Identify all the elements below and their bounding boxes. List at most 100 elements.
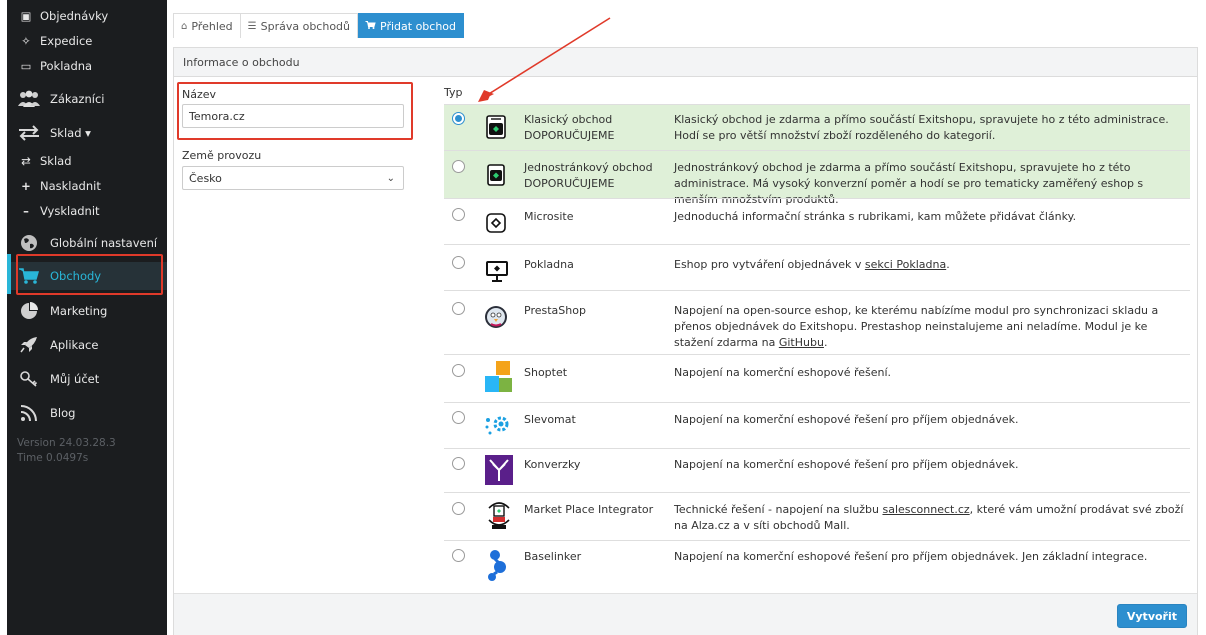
sidebar-item-stock-in[interactable]: + Naskladnit bbox=[7, 178, 167, 194]
sidebar-item-blog[interactable]: Blog bbox=[7, 400, 167, 426]
salesconnect-link[interactable]: salesconnect.cz bbox=[882, 503, 969, 516]
tab-label: Správa obchodů bbox=[260, 19, 351, 33]
type-row-onepage[interactable]: Jednostránkový obchod DOPORUČUJEME Jednos… bbox=[444, 150, 1190, 206]
type-desc-slevomat: Napojení na komerční eshopové řešení pro… bbox=[674, 413, 1019, 426]
active-indicator bbox=[7, 254, 11, 294]
onepage-shop-logo-icon bbox=[484, 163, 508, 187]
sidebar-item-warehouse[interactable]: Sklad ▾ bbox=[7, 120, 167, 146]
sidebar-item-register[interactable]: ▭ Pokladna bbox=[7, 58, 167, 74]
sidebar-item-customers[interactable]: Zákazníci bbox=[7, 86, 167, 112]
sidebar-item-label: Blog bbox=[50, 406, 76, 420]
rocket-icon bbox=[16, 334, 42, 356]
type-label: Typ bbox=[444, 86, 463, 99]
sidebar-item-label: Sklad bbox=[40, 154, 72, 168]
type-row-slevomat[interactable]: Slevomat Napojení na komerční eshopové ř… bbox=[444, 402, 1190, 448]
baselinker-logo-icon bbox=[484, 547, 510, 581]
classic-shop-logo-icon bbox=[484, 115, 508, 139]
type-name-prestashop: PrestaShop bbox=[524, 304, 586, 317]
microsite-logo-icon bbox=[484, 211, 508, 235]
type-radio-slevomat[interactable] bbox=[452, 411, 465, 424]
sidebar-item-stock[interactable]: ⇄ Sklad bbox=[7, 153, 167, 169]
sidebar-item-label: Aplikace bbox=[50, 338, 99, 352]
type-desc-baselinker: Napojení na komerční eshopové řešení pro… bbox=[674, 550, 1148, 563]
type-name-konverzky: Konverzky bbox=[524, 458, 581, 471]
konverzky-logo-icon bbox=[484, 454, 514, 486]
github-link[interactable]: GitHubu bbox=[779, 336, 824, 349]
type-name-baselinker: Baselinker bbox=[524, 550, 582, 563]
type-row-baselinker[interactable]: Baselinker Napojení na komerční eshopové… bbox=[444, 540, 1190, 586]
swap-icon: ⇄ bbox=[21, 154, 31, 168]
tab-bar: ⌂ Přehled ☰ Správa obchodů Přidat obchod bbox=[173, 13, 465, 38]
panel-footer: Vytvořit bbox=[174, 593, 1197, 635]
orders-icon: ▣ bbox=[20, 9, 32, 23]
tab-manage-shops[interactable]: ☰ Správa obchodů bbox=[240, 13, 359, 38]
country-select[interactable]: Česko ⌄ bbox=[182, 166, 404, 190]
tab-add-shop[interactable]: Přidat obchod bbox=[358, 13, 465, 38]
type-desc-register: Eshop pro vytváření objednávek v sekci P… bbox=[674, 258, 950, 271]
register-section-link[interactable]: sekci Pokladna bbox=[865, 258, 946, 271]
type-row-konverzky[interactable]: Konverzky Napojení na komerční eshopové … bbox=[444, 448, 1190, 492]
type-desc-marketplace: Technické řešení - napojení na službu sa… bbox=[674, 503, 1184, 532]
type-desc-microsite: Jednoduchá informační stránka s rubrikam… bbox=[674, 210, 1077, 223]
sidebar-item-stock-out[interactable]: – Vyskladnit bbox=[7, 203, 167, 219]
type-radio-konverzky[interactable] bbox=[452, 457, 465, 470]
type-desc-classic: Klasický obchod je zdarma a přímo součás… bbox=[674, 113, 1169, 142]
type-row-shoptet[interactable]: Shoptet Napojení na komerční eshopové ře… bbox=[444, 354, 1190, 402]
sidebar-item-label: Zákazníci bbox=[50, 92, 105, 106]
sidebar: ▣ Objednávky ✧ Expedice ▭ Pokladna Zákazníc… bbox=[7, 0, 167, 635]
tab-label: Přehled bbox=[191, 19, 233, 33]
sidebar-item-orders[interactable]: ▣ Objednávky bbox=[7, 8, 167, 24]
prestashop-logo-icon bbox=[484, 305, 508, 329]
type-row-prestashop[interactable]: PrestaShop Napojení na open-source eshop… bbox=[444, 290, 1190, 354]
pie-chart-icon bbox=[16, 300, 42, 322]
create-button[interactable]: Vytvořit bbox=[1116, 604, 1187, 628]
dispatch-icon: ✧ bbox=[21, 34, 31, 48]
list-icon: ☰ bbox=[247, 20, 257, 32]
sidebar-item-label: Vyskladnit bbox=[40, 204, 100, 218]
type-row-microsite[interactable]: Microsite Jednoduchá informační stránka … bbox=[444, 198, 1190, 244]
sidebar-item-my-account[interactable]: Můj účet bbox=[7, 366, 167, 392]
marketplace-integrator-logo-icon bbox=[484, 498, 514, 534]
globe-icon bbox=[16, 232, 42, 254]
minus-icon: – bbox=[23, 204, 29, 218]
type-desc-konverzky: Napojení na komerční eshopové řešení pro… bbox=[674, 458, 1019, 471]
register-logo-icon bbox=[484, 259, 508, 283]
type-desc-prestashop: Napojení na open-source eshop, ke kterém… bbox=[674, 304, 1159, 349]
sidebar-item-apps[interactable]: Aplikace bbox=[7, 332, 167, 358]
type-radio-prestashop[interactable] bbox=[452, 302, 465, 315]
cart-icon bbox=[365, 20, 376, 33]
type-row-marketplace[interactable]: Market Place Integrator Technické řešení… bbox=[444, 492, 1190, 540]
type-row-register[interactable]: Pokladna Eshop pro vytváření objednávek … bbox=[444, 244, 1190, 290]
type-row-classic[interactable]: Klasický obchod DOPORUČUJEME Klasický obc… bbox=[444, 104, 1190, 150]
type-name-shoptet: Shoptet bbox=[524, 366, 568, 379]
type-desc-shoptet: Napojení na komerční eshopové řešení. bbox=[674, 366, 892, 379]
country-select-value: Česko bbox=[189, 171, 222, 185]
type-radio-microsite[interactable] bbox=[452, 208, 465, 221]
customers-icon bbox=[16, 88, 42, 110]
tab-overview[interactable]: ⌂ Přehled bbox=[173, 13, 241, 38]
type-radio-shoptet[interactable] bbox=[452, 364, 465, 377]
version-text: Version 24.03.28.3 bbox=[17, 437, 116, 449]
chevron-down-icon: ⌄ bbox=[386, 172, 395, 184]
type-name-register: Pokladna bbox=[524, 258, 574, 271]
sidebar-item-label: Globální nastavení bbox=[50, 236, 158, 250]
type-radio-onepage[interactable] bbox=[452, 160, 465, 173]
rss-icon bbox=[16, 402, 42, 424]
sidebar-item-label: Expedice bbox=[40, 34, 93, 48]
sidebar-item-label: Sklad ▾ bbox=[50, 126, 91, 140]
type-name-onepage: Jednostránkový obchod DOPORUČUJEME bbox=[524, 161, 653, 190]
annotation-arrow-icon bbox=[478, 17, 611, 102]
type-radio-classic[interactable] bbox=[452, 112, 465, 125]
type-radio-marketplace[interactable] bbox=[452, 502, 465, 515]
sidebar-item-marketing[interactable]: Marketing bbox=[7, 298, 167, 324]
sidebar-item-global-settings[interactable]: Globální nastavení bbox=[7, 230, 167, 256]
sidebar-item-label: Naskladnit bbox=[40, 179, 101, 193]
type-name-marketplace: Market Place Integrator bbox=[524, 503, 654, 516]
time-text: Time 0.0497s bbox=[17, 452, 89, 464]
type-name-slevomat: Slevomat bbox=[524, 413, 576, 426]
type-radio-register[interactable] bbox=[452, 256, 465, 269]
type-radio-baselinker[interactable] bbox=[452, 549, 465, 562]
sidebar-item-label: Objednávky bbox=[40, 9, 109, 23]
sidebar-item-dispatch[interactable]: ✧ Expedice bbox=[7, 33, 167, 49]
type-name-classic: Klasický obchod DOPORUČUJEME bbox=[524, 113, 615, 142]
